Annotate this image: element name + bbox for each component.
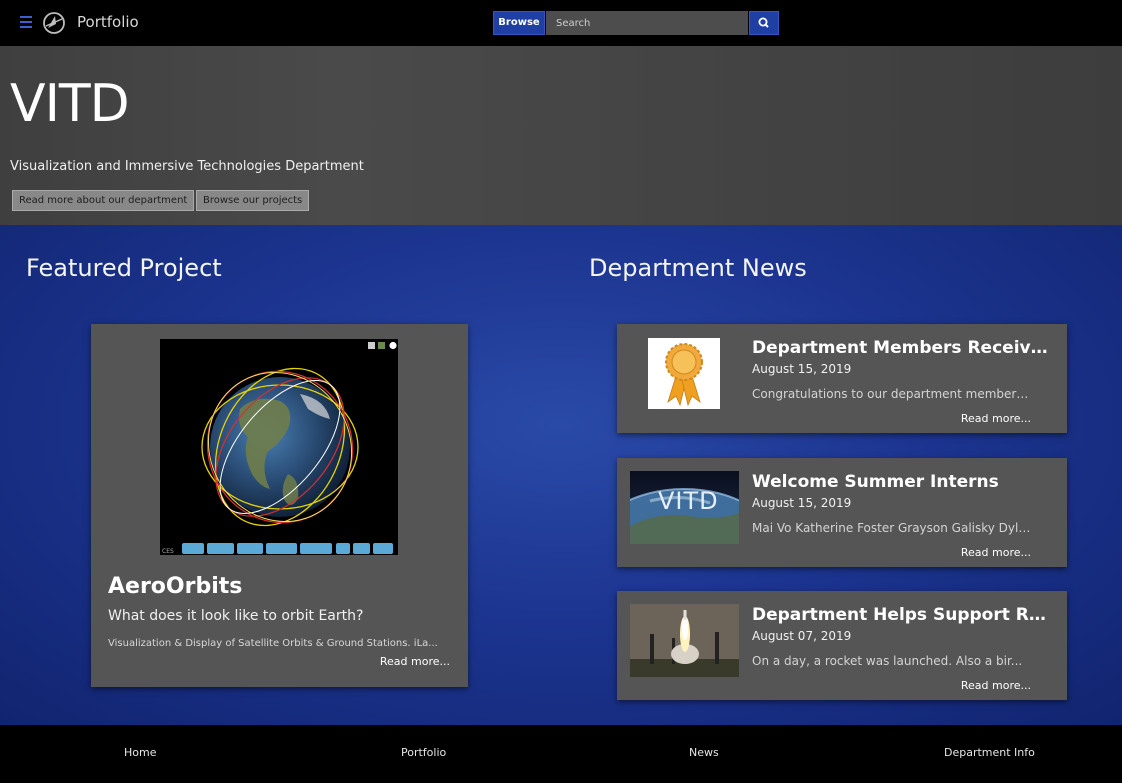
news-date: August 15, 2019 xyxy=(752,496,852,510)
hero-banner: VITD Visualization and Immersive Technol… xyxy=(0,46,1122,225)
search-icon xyxy=(758,17,769,28)
cesium-speed-600x-button[interactable] xyxy=(373,543,393,554)
footer-link-portfolio[interactable]: Portfolio xyxy=(401,746,446,759)
footer-nav: Home Portfolio News Department Info xyxy=(0,725,1122,783)
cesium-speed-1x-button[interactable] xyxy=(336,543,350,554)
browse-projects-button[interactable]: Browse our projects xyxy=(196,190,310,211)
rocket-launch-image xyxy=(630,604,739,677)
featured-project-heading: Featured Project xyxy=(26,254,222,282)
news-date: August 15, 2019 xyxy=(752,362,852,376)
brand-link[interactable]: Portfolio xyxy=(77,13,139,31)
news-item[interactable]: Department Members Receive ... August 15… xyxy=(617,324,1067,433)
search-button[interactable] xyxy=(749,11,779,35)
browse-button[interactable]: Browse xyxy=(493,11,545,35)
vitd-logo-text: VITD xyxy=(658,487,719,515)
news-title[interactable]: Department Members Receive ... xyxy=(752,338,1052,358)
read-more-department-button[interactable]: Read more about our department xyxy=(12,190,195,211)
award-ribbon-icon xyxy=(648,338,720,409)
search-input[interactable] xyxy=(546,11,748,35)
news-title[interactable]: Welcome Summer Interns xyxy=(752,472,1052,492)
department-news-heading: Department News xyxy=(589,254,807,282)
svg-text:CES: CES xyxy=(162,548,174,555)
news-read-more-link[interactable]: Read more... xyxy=(961,679,1031,692)
footer-link-home[interactable]: Home xyxy=(124,746,156,759)
cesium-untrack-button[interactable] xyxy=(207,543,234,554)
footer-link-department-info[interactable]: Department Info xyxy=(944,746,1035,759)
news-title[interactable]: Department Helps Support Roc... xyxy=(752,605,1052,625)
logo-icon[interactable] xyxy=(42,11,66,35)
cesium-speed-60x-button[interactable] xyxy=(353,543,370,554)
news-excerpt: On a day, a rocket was launched. Also a … xyxy=(752,654,1023,668)
featured-project-tagline: What does it look like to orbit Earth? xyxy=(108,608,364,624)
cesium-reset-button[interactable] xyxy=(182,543,204,554)
featured-project-card[interactable]: CES AeroOrbits What does it look like to… xyxy=(91,324,468,687)
cesium-findsat-button[interactable] xyxy=(300,543,332,554)
featured-project-name[interactable]: AeroOrbits xyxy=(108,574,242,599)
news-read-more-link[interactable]: Read more... xyxy=(961,412,1031,425)
cesium-goto-button[interactable] xyxy=(237,543,263,554)
earth-vitd-image: VITD xyxy=(630,471,739,544)
aeroorbits-screenshot-image: CES xyxy=(160,339,398,555)
footer-link-news[interactable]: News xyxy=(689,746,719,759)
hero-title: VITD xyxy=(10,74,130,134)
featured-project-description: Visualization & Display of Satellite Orb… xyxy=(108,638,438,649)
news-excerpt: Congratulations to our department member… xyxy=(752,387,1032,401)
hamburger-menu-icon[interactable] xyxy=(20,16,32,28)
top-navbar: Portfolio Browse xyxy=(0,0,1122,46)
cesium-filterby-button[interactable] xyxy=(266,543,297,554)
news-read-more-link[interactable]: Read more... xyxy=(961,546,1031,559)
news-excerpt: Mai Vo Katherine Foster Grayson Galisky … xyxy=(752,521,1032,535)
news-date: August 07, 2019 xyxy=(752,629,852,643)
featured-read-more-link[interactable]: Read more... xyxy=(380,655,450,668)
main-content: Featured Project Department News CES Aer… xyxy=(0,225,1122,725)
news-item[interactable]: Department Helps Support Roc... August 0… xyxy=(617,591,1067,700)
hero-subtitle: Visualization and Immersive Technologies… xyxy=(10,159,364,174)
news-item[interactable]: VITD Welcome Summer Interns August 15, 2… xyxy=(617,458,1067,567)
